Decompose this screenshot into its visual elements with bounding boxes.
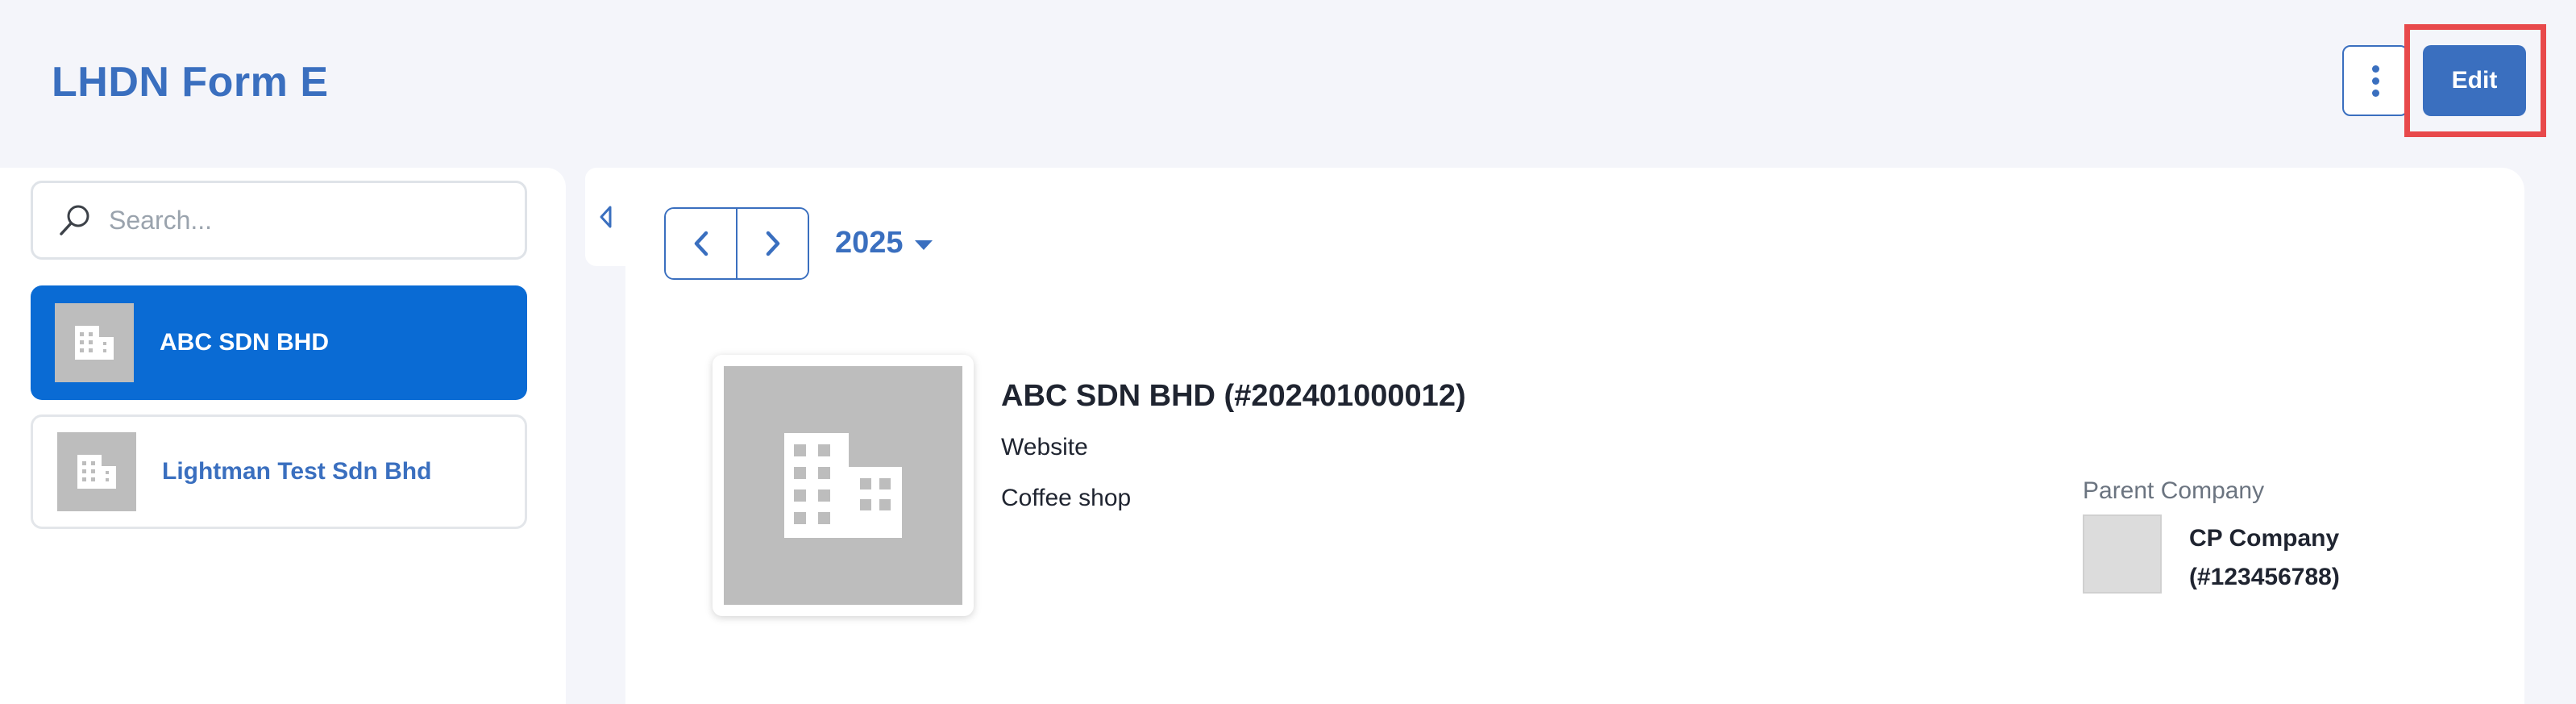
parent-company-thumbnail [2083, 514, 2162, 594]
company-logo-placeholder [724, 366, 962, 605]
search-input[interactable] [109, 205, 512, 235]
previous-year-button[interactable] [666, 209, 736, 278]
parent-company-id-line: (#123456788) [2189, 564, 2340, 590]
year-dropdown[interactable]: 2025 [835, 226, 933, 260]
chevron-right-icon [766, 231, 779, 256]
company-name: ABC SDN BHD [160, 329, 329, 356]
company-website[interactable]: Website [1001, 434, 1088, 461]
company-title: ABC SDN BHD (#202401000012) [1001, 379, 1466, 413]
more-vertical-icon [2371, 65, 2379, 97]
company-thumbnail [55, 303, 134, 382]
year-value: 2025 [835, 226, 904, 260]
company-thumbnail [57, 432, 136, 511]
year-navigation [664, 207, 809, 280]
search-box[interactable] [31, 181, 527, 260]
building-icon [784, 433, 902, 538]
company-business: Coffee shop [1001, 485, 1132, 511]
building-icon [75, 326, 114, 360]
company-logo [713, 355, 974, 616]
parent-company-label: Parent Company [2083, 477, 2265, 504]
page-title: LHDN Form E [52, 59, 329, 106]
more-options-button[interactable] [2342, 45, 2408, 116]
company-list-item[interactable]: Lightman Test Sdn Bhd [31, 414, 527, 529]
company-list-item[interactable]: ABC SDN BHD [31, 285, 527, 400]
chevron-left-icon [694, 231, 708, 256]
parent-company-name-line: CP Company [2189, 525, 2340, 552]
company-sidebar: ABC SDN BHD Lightman Test Sdn Bhd [0, 168, 566, 704]
search-icon [60, 205, 89, 235]
caret-down-icon [914, 240, 933, 250]
collapse-sidebar-button[interactable] [585, 168, 625, 266]
next-year-button[interactable] [736, 209, 808, 278]
building-icon [77, 455, 116, 489]
chevron-left-icon [600, 206, 612, 228]
parent-company-name[interactable]: CP Company (#123456788) [2189, 519, 2340, 597]
edit-button[interactable]: Edit [2423, 45, 2526, 116]
company-name: Lightman Test Sdn Bhd [162, 458, 432, 485]
main-panel: 2025 ABC SDN BHD (#202401000012) Website… [625, 168, 2524, 704]
